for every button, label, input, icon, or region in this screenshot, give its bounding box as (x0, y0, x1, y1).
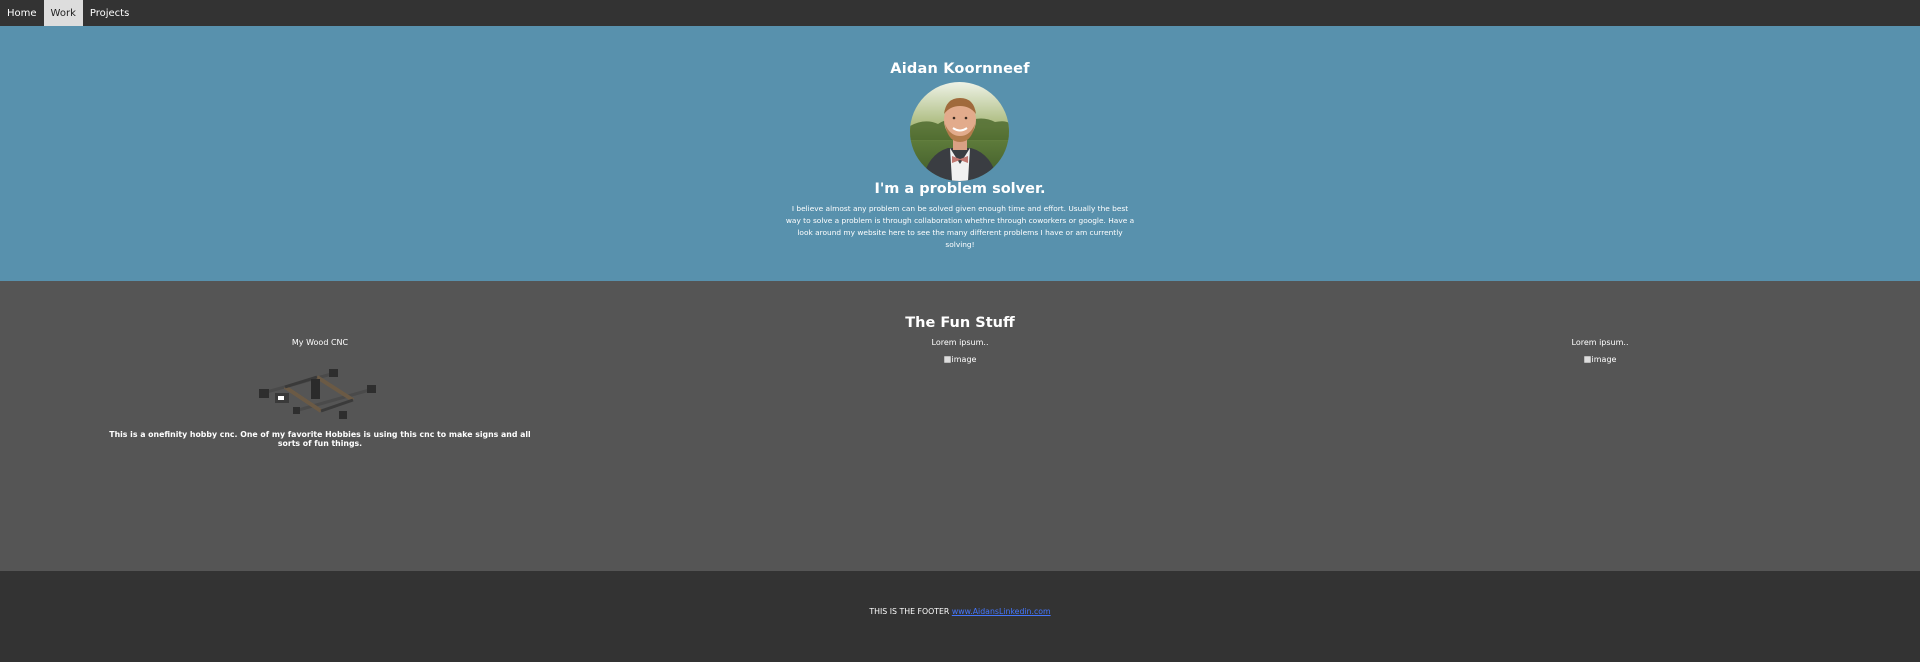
hero-description: I believe almost any problem can be solv… (785, 204, 1135, 249)
broken-image: image (943, 355, 977, 364)
project-card-2: Lorem ipsum.. image (860, 338, 1060, 365)
footer: THIS IS THE FOOTER www.AidansLinkedin.co… (0, 571, 1920, 662)
footer-content: THIS IS THE FOOTER www.AidansLinkedin.co… (0, 607, 1920, 616)
project-title: Lorem ipsum.. (931, 338, 989, 347)
nav-item-home[interactable]: Home (0, 0, 44, 26)
cnc-machine-image (259, 369, 376, 419)
hero-name: Aidan Koornneef (890, 61, 1030, 77)
broken-image-icon (1583, 356, 1591, 363)
project-title: Lorem ipsum.. (1571, 338, 1629, 347)
nav-item-work[interactable]: Work (43, 0, 83, 26)
hero-section: Aidan Koornneef I'm a problem solver. I … (0, 26, 1920, 281)
fun-stuff-section: The Fun Stuff My Wood CNC This is a onef… (0, 281, 1920, 571)
footer-text: THIS IS THE FOOTER (869, 607, 950, 616)
project-description: This is a onefinity hobby cnc. One of my… (109, 430, 531, 448)
top-nav: Home Work Projects (0, 0, 1920, 26)
nav-item-projects[interactable]: Projects (83, 0, 136, 26)
tagline: I'm a problem solver. (874, 181, 1046, 197)
avatar-photo (910, 82, 1009, 181)
section-title: The Fun Stuff (905, 315, 1015, 331)
linkedin-link[interactable]: www.AidansLinkedin.com (952, 607, 1051, 616)
project-card-3: Lorem ipsum.. image (1500, 338, 1700, 365)
project-title: My Wood CNC (291, 338, 349, 347)
project-card-cnc: My Wood CNC This is a onefinity hobby cn… (100, 338, 540, 448)
avatar (910, 82, 1009, 181)
image-alt-text: image (1591, 355, 1617, 364)
broken-image-icon (943, 356, 951, 363)
image-alt-text: image (951, 355, 977, 364)
broken-image: image (1583, 355, 1617, 364)
